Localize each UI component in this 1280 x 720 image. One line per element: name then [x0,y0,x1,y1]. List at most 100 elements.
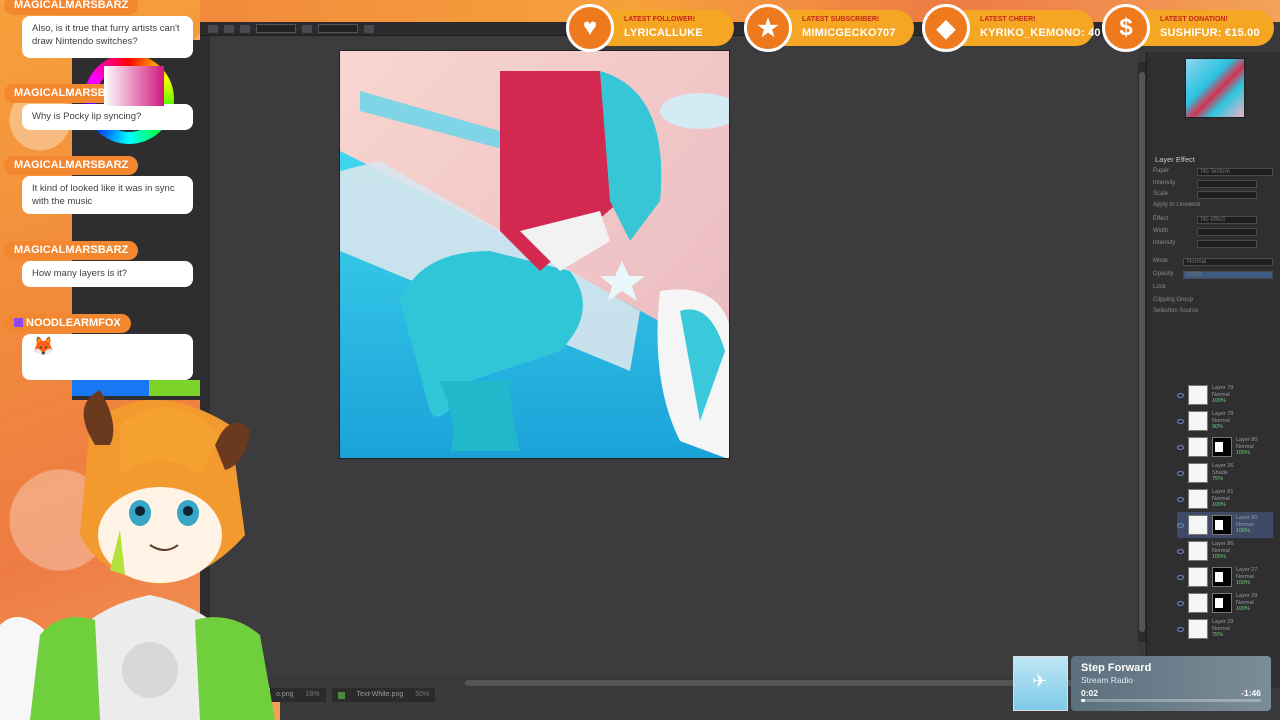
layer-row[interactable]: Layer 78 Normal 90% [1177,408,1273,434]
now-playing-info: Step Forward Stream Radio 0:02 -1:46 [1071,656,1271,711]
layer-row[interactable]: Layer 29 Normal 75% [1177,616,1273,642]
intensity-label-2: Intensity [1153,240,1176,246]
layer-row[interactable]: Layer 28 Normal 100% [1177,590,1273,616]
track-progress-bar [1081,699,1261,702]
layer-row[interactable]: Layer 80 Normal 100% [1177,434,1273,460]
width-label: Width [1153,228,1169,234]
eye-icon[interactable] [1177,392,1184,398]
layer-mask-thumbnail[interactable] [1212,437,1232,457]
star-icon: ★ [744,4,792,52]
toolbar-button[interactable] [240,24,250,33]
layer-thumbnail [1188,463,1208,483]
layer-name: Layer 28 [1236,593,1258,600]
fox-emote-icon: 🦊 [32,336,55,356]
layer-thumbnail [1188,541,1208,561]
layer-name: Layer 90 [1236,515,1258,522]
avatar-image [0,390,275,720]
eye-icon[interactable] [1177,574,1184,580]
clipping-group-checkbox[interactable]: Clipping Group [1153,297,1193,306]
file-tab-zoom: 18% [305,691,320,698]
subscriber-badge-icon [14,318,23,327]
apply-linework-checkbox[interactable]: Apply to Linework [1153,202,1200,211]
width-slider[interactable] [1197,228,1257,236]
eye-icon[interactable] [1177,444,1184,450]
chat-text: Why is Pocky lip syncing? [22,104,193,130]
file-tabs: o.png 18% Text-White.png 50% [270,688,436,702]
layer-row[interactable]: Layer 27 Normal 100% [1177,564,1273,590]
eye-icon[interactable] [1177,418,1184,424]
chat-username-row: NOODLEARMFOX [4,314,131,333]
stream-alerts-bar: ♥ LATEST FOLLOWER! LYRICALLUKE ★ LATEST … [560,4,1280,56]
rotate-field[interactable] [318,24,358,33]
clip-studio-window: o.png 18% Text-White.png 50% Layer Effec… [200,22,1280,702]
selection-source-checkbox[interactable]: Selection Source [1153,308,1198,317]
file-tab[interactable]: Text-White.png 50% [331,688,436,702]
layer-row[interactable]: Layer 90 Normal 100% [1177,512,1273,538]
alert-follower: ♥ LATEST FOLLOWER! LYRICALLUKE [566,4,734,52]
canvas-area[interactable] [210,36,1138,676]
intensity-slider-2[interactable] [1197,240,1257,248]
navigator-thumbnail[interactable] [1185,58,1245,118]
layer-mask-thumbnail[interactable] [1212,593,1232,613]
vertical-scrollbar[interactable] [1138,62,1146,642]
layer-opacity: 100% [1212,554,1227,561]
layer-row[interactable]: Layer 81 Normal 100% [1177,486,1273,512]
intensity-slider[interactable] [1197,180,1257,188]
scroll-thumb[interactable] [1139,72,1145,632]
alert-label: LATEST SUBSCRIBER! [802,16,880,23]
eye-icon[interactable] [1177,470,1184,476]
color-square[interactable] [104,66,164,106]
zoom-field[interactable] [256,24,296,33]
eye-icon[interactable] [1177,600,1184,606]
chat-username: MAGICALMARSBARZ [4,0,139,15]
lock-label: Lock [1153,284,1166,290]
layer-info: Layer 80 Normal 100% [1236,437,1257,457]
layer-info: Layer 90 Normal 100% [1236,515,1257,535]
eye-icon[interactable] [1177,548,1184,554]
scale-label: Scale [1153,191,1169,197]
effect-select[interactable]: No effect [1197,216,1257,224]
layer-mode: Normal [1212,391,1230,398]
layer-row[interactable]: Layer 86 Normal 100% [1177,538,1273,564]
toolbar-button[interactable] [364,24,374,33]
right-panel: Layer Effect Paper No Texture Intensity … [1146,52,1280,688]
layer-effect-header[interactable]: Layer Effect [1155,155,1195,164]
layer-thumbnail [1188,593,1208,613]
image-file-icon [337,691,345,699]
paper-select[interactable]: No Texture [1197,168,1273,176]
layer-thumbnail [1188,567,1208,587]
blend-mode-select[interactable]: Normal [1183,258,1273,266]
scale-slider[interactable] [1197,191,1257,199]
alert-value: SUSHIFUR: €15.00 [1160,27,1260,39]
layer-opacity: 100% [1236,528,1251,535]
layer-mode: Normal [1212,417,1230,424]
canvas-artwork[interactable] [339,50,730,459]
layer-info: Layer 26 Shade 75% [1212,463,1233,483]
layer-info: Layer 28 Normal 100% [1236,593,1257,613]
eye-icon[interactable] [1177,496,1184,502]
layer-mask-thumbnail[interactable] [1212,515,1232,535]
layer-name: Layer 26 [1212,463,1234,470]
alert-label: LATEST CHEER! [980,16,1036,23]
layer-thumbnail [1188,437,1208,457]
layer-name: Layer 78 [1212,411,1234,418]
layer-name: Layer 86 [1212,541,1234,548]
layer-thumbnail [1188,619,1208,639]
alert-cheer: ◆ LATEST CHEER! KYRIKO_KEMONO: 40 [922,4,1101,52]
toolbar-button[interactable] [302,24,312,33]
opacity-slider[interactable]: 100% [1183,271,1273,279]
layer-row[interactable]: Layer 26 Shade 75% [1177,460,1273,486]
toolbar-button[interactable] [208,24,218,33]
eye-icon[interactable] [1177,626,1184,632]
layer-mode: Normal [1236,573,1254,580]
elapsed-time: 0:02 [1081,688,1099,698]
toolbar-button[interactable] [224,24,234,33]
now-playing-widget: Step Forward Stream Radio 0:02 -1:46 [1013,656,1271,711]
eye-icon[interactable] [1177,522,1184,528]
layer-info: Layer 79 Normal 100% [1212,385,1233,405]
layer-opacity: 100% [1236,606,1251,613]
layer-row[interactable]: Layer 79 Normal 100% [1177,382,1273,408]
gem-icon: ◆ [922,4,970,52]
layer-mask-thumbnail[interactable] [1212,567,1232,587]
alert-value: MIMICGECKO707 [802,27,896,39]
